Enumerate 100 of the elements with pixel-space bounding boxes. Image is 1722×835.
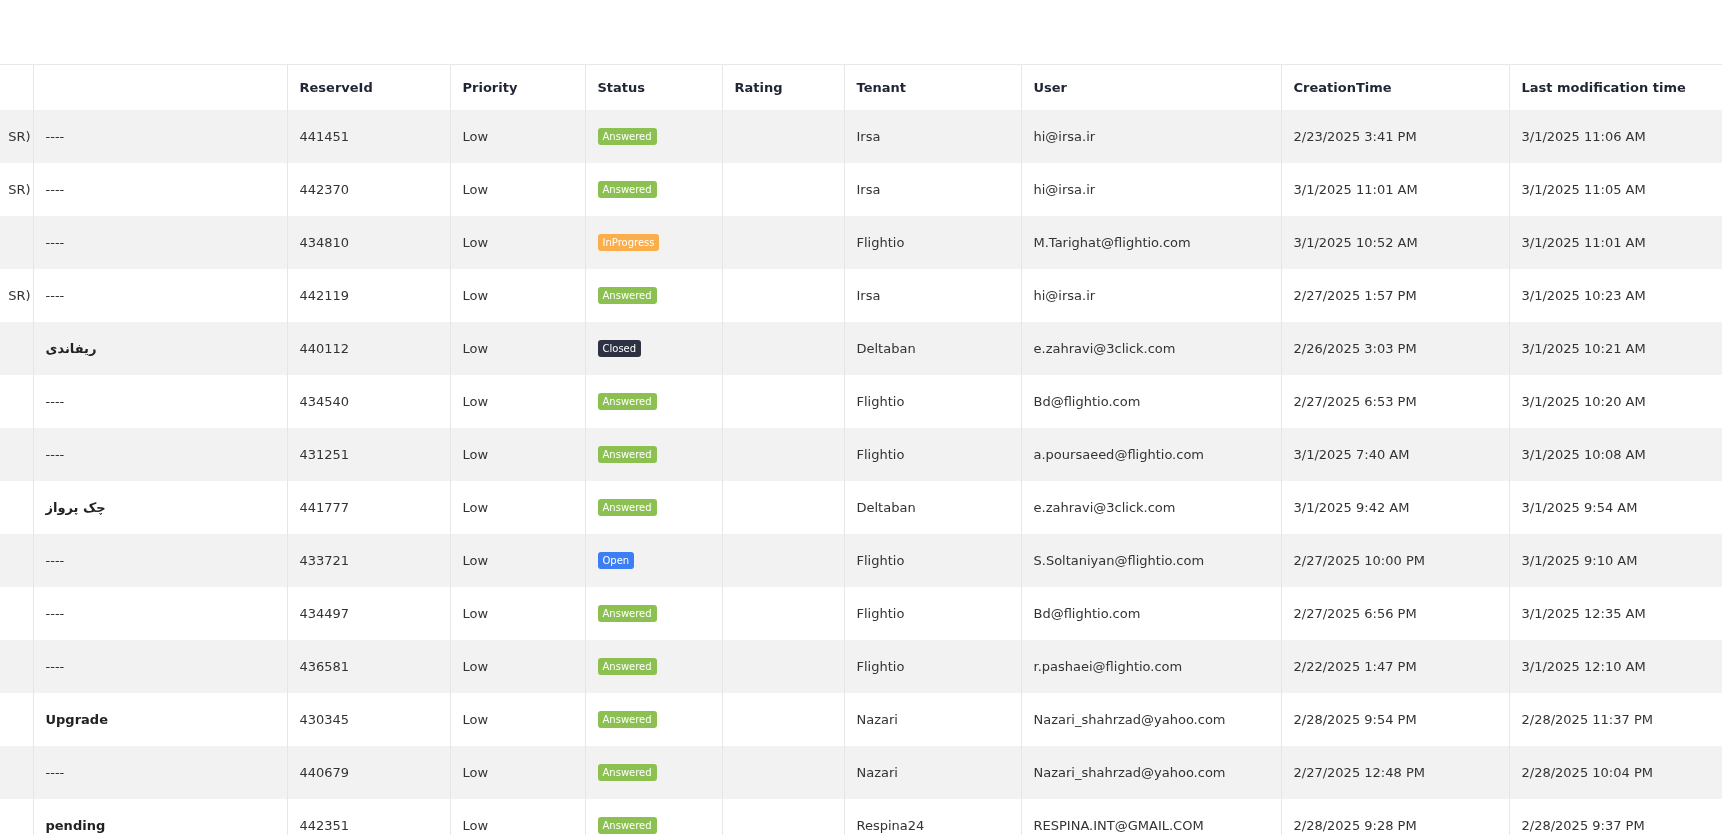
table-cell: Low bbox=[462, 659, 489, 674]
table-cell: ---- bbox=[45, 659, 65, 674]
table-cell: hi@irsa.ir bbox=[1033, 288, 1096, 303]
table-cell: Low bbox=[462, 500, 489, 515]
status-badge: Answered bbox=[597, 605, 657, 622]
status-badge: Answered bbox=[597, 446, 657, 463]
table-cell: SR) bbox=[8, 288, 31, 303]
table-cell: Deltaban bbox=[856, 500, 916, 515]
status-badge: Answered bbox=[597, 393, 657, 410]
table-cell: Low bbox=[462, 235, 489, 250]
status-badge: Answered bbox=[597, 711, 657, 728]
table-cell: 436581 bbox=[299, 659, 350, 674]
table-cell: Low bbox=[462, 288, 489, 303]
table-cell: Low bbox=[462, 818, 489, 833]
table-cell: Bd@flightio.com bbox=[1033, 606, 1141, 621]
status-badge: Answered bbox=[597, 287, 657, 304]
table-cell: Nazari bbox=[856, 765, 898, 780]
table-cell: 3/1/2025 10:20 AM bbox=[1521, 394, 1646, 409]
table-cell: 3/1/2025 9:54 AM bbox=[1521, 500, 1638, 515]
table-cell: Low bbox=[462, 553, 489, 568]
table-cell: Flightio bbox=[856, 235, 905, 250]
table-cell: ---- bbox=[45, 447, 65, 462]
table-cell: 2/27/2025 6:56 PM bbox=[1293, 606, 1417, 621]
table-cell: 2/27/2025 6:53 PM bbox=[1293, 394, 1417, 409]
table-cell: 3/1/2025 11:01 AM bbox=[1293, 182, 1418, 197]
table-cell: Irsa bbox=[856, 129, 881, 144]
table-cell: Nazari bbox=[856, 712, 898, 727]
table-cell: Low bbox=[462, 182, 489, 197]
column-header[interactable]: Rating bbox=[734, 80, 783, 95]
table-cell: ---- bbox=[45, 129, 65, 144]
table-cell: 3/1/2025 9:10 AM bbox=[1521, 553, 1638, 568]
status-badge: Answered bbox=[597, 658, 657, 675]
table-cell: ---- bbox=[45, 235, 65, 250]
table-cell: Deltaban bbox=[856, 341, 916, 356]
column-header[interactable]: Status bbox=[597, 80, 646, 95]
table-cell: 3/1/2025 12:35 AM bbox=[1521, 606, 1646, 621]
table-cell: ---- bbox=[45, 765, 65, 780]
table-cell: 2/27/2025 12:48 PM bbox=[1293, 765, 1425, 780]
table-cell: 440112 bbox=[299, 341, 350, 356]
status-badge: Answered bbox=[597, 817, 657, 834]
table-cell: 440679 bbox=[299, 765, 350, 780]
table-cell: ---- bbox=[45, 394, 65, 409]
table-cell: ریفاندی bbox=[45, 341, 97, 356]
table-cell: 3/1/2025 11:05 AM bbox=[1521, 182, 1646, 197]
table-cell: 3/1/2025 7:40 AM bbox=[1293, 447, 1410, 462]
table-cell: Low bbox=[462, 606, 489, 621]
table-cell: Low bbox=[462, 129, 489, 144]
table-cell: hi@irsa.ir bbox=[1033, 182, 1096, 197]
table-cell: hi@irsa.ir bbox=[1033, 129, 1096, 144]
table-cell: ---- bbox=[45, 288, 65, 303]
table-cell: 430345 bbox=[299, 712, 350, 727]
table-cell: Nazari_shahrzad@yahoo.com bbox=[1033, 765, 1226, 780]
table-cell: Flightio bbox=[856, 394, 905, 409]
table-cell: 433721 bbox=[299, 553, 350, 568]
table-cell: SR) bbox=[8, 182, 31, 197]
table-cell: 434810 bbox=[299, 235, 350, 250]
table-cell: 2/22/2025 1:47 PM bbox=[1293, 659, 1417, 674]
table-cell: Upgrade bbox=[45, 712, 108, 727]
table-cell: Irsa bbox=[856, 288, 881, 303]
table-cell: Low bbox=[462, 447, 489, 462]
status-badge: Answered bbox=[597, 181, 657, 198]
table-cell: Low bbox=[462, 341, 489, 356]
table-cell: 3/1/2025 11:01 AM bbox=[1521, 235, 1646, 250]
table-cell: 2/28/2025 10:04 PM bbox=[1521, 765, 1653, 780]
table-cell: 2/28/2025 9:28 PM bbox=[1293, 818, 1417, 833]
table-cell: 3/1/2025 11:06 AM bbox=[1521, 129, 1646, 144]
table-cell: M.Tarighat@flightio.com bbox=[1033, 235, 1191, 250]
column-header[interactable]: ReserveId bbox=[299, 80, 373, 95]
table-cell: Bd@flightio.com bbox=[1033, 394, 1141, 409]
table-cell: 441451 bbox=[299, 129, 350, 144]
column-header[interactable]: User bbox=[1033, 80, 1068, 95]
table-cell: ---- bbox=[45, 606, 65, 621]
table-cell: 3/1/2025 12:10 AM bbox=[1521, 659, 1646, 674]
table-cell: 3/1/2025 10:52 AM bbox=[1293, 235, 1418, 250]
table-cell: Flightio bbox=[856, 606, 905, 621]
table-cell: ---- bbox=[45, 553, 65, 568]
table-cell: pending bbox=[45, 818, 106, 833]
table-cell: Flightio bbox=[856, 659, 905, 674]
table-cell: 2/27/2025 10:00 PM bbox=[1293, 553, 1425, 568]
table-cell: چک پرواز bbox=[45, 500, 106, 515]
table-cell: 434497 bbox=[299, 606, 350, 621]
table-cell: Low bbox=[462, 712, 489, 727]
table-cell: ---- bbox=[45, 182, 65, 197]
table-cell: 431251 bbox=[299, 447, 350, 462]
table-cell: Flightio bbox=[856, 553, 905, 568]
table-cell: 2/23/2025 3:41 PM bbox=[1293, 129, 1417, 144]
table-cell: SR) bbox=[8, 129, 31, 144]
table-cell: RESPINA.INT@GMAIL.COM bbox=[1033, 818, 1204, 833]
column-header[interactable]: CreationTime bbox=[1293, 80, 1392, 95]
table-cell: Irsa bbox=[856, 182, 881, 197]
table-cell: a.poursaeed@flightio.com bbox=[1033, 447, 1204, 462]
table-cell: e.zahravi@3click.com bbox=[1033, 341, 1176, 356]
table-cell: Low bbox=[462, 394, 489, 409]
table-cell: 2/28/2025 11:37 PM bbox=[1521, 712, 1653, 727]
column-header[interactable]: Tenant bbox=[856, 80, 906, 95]
table-cell: 3/1/2025 9:42 AM bbox=[1293, 500, 1410, 515]
column-header[interactable]: Last modification time bbox=[1521, 80, 1686, 95]
column-header[interactable]: Priority bbox=[462, 80, 518, 95]
status-badge: Answered bbox=[597, 764, 657, 781]
status-badge: Answered bbox=[597, 499, 657, 516]
